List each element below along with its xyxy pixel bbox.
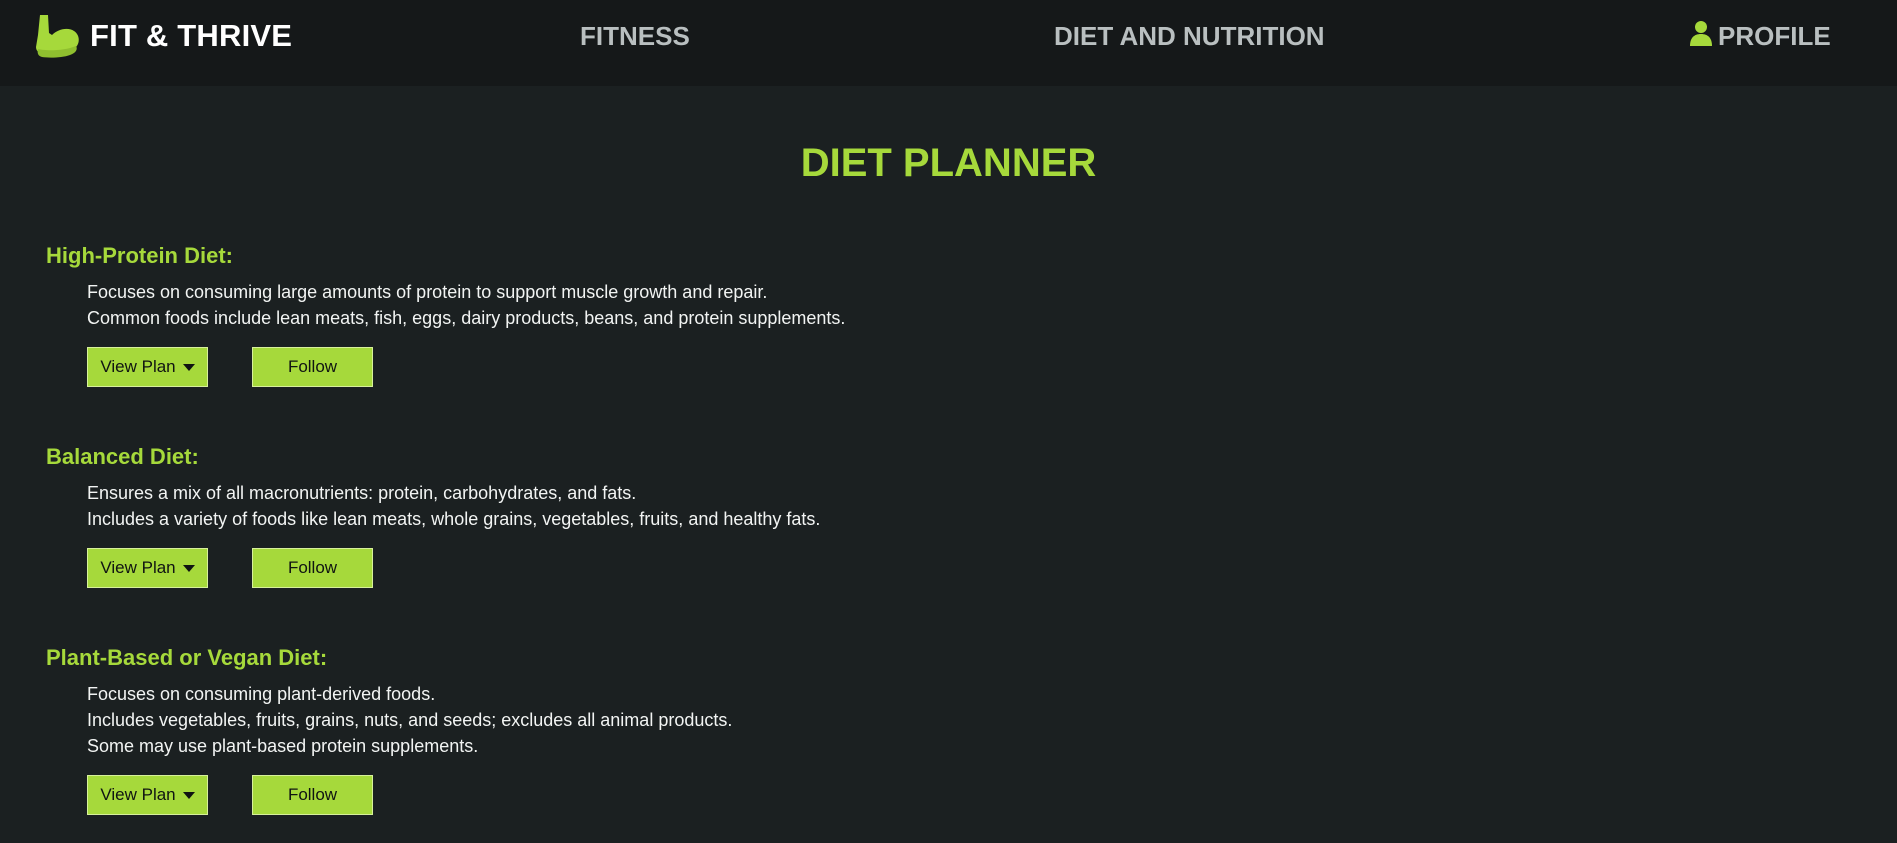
diet-description: Focuses on consuming large amounts of pr…	[87, 279, 1046, 331]
diet-description-line: Focuses on consuming large amounts of pr…	[87, 282, 768, 302]
diet-card-plant-based: Plant-Based or Vegan Diet: Focuses on co…	[46, 643, 1046, 815]
user-icon	[1690, 20, 1718, 53]
nav-fitness[interactable]: FITNESS	[580, 0, 690, 72]
diet-description-line: Focuses on consuming plant-derived foods…	[87, 684, 436, 704]
diet-description-line: Includes a variety of foods like lean me…	[87, 509, 821, 529]
diet-description-line: Some may use plant-based protein supplem…	[87, 736, 479, 756]
diet-actions: View Plan Follow	[87, 548, 1046, 588]
diet-title: Plant-Based or Vegan Diet:	[46, 645, 328, 670]
caret-down-icon	[182, 791, 195, 799]
nav-profile-label: PROFILE	[1718, 20, 1831, 51]
caret-down-icon	[182, 363, 195, 371]
diet-title: High-Protein Diet:	[46, 243, 233, 268]
diet-card-balanced: Balanced Diet: Ensures a mix of all macr…	[46, 442, 1046, 588]
brand-link[interactable]: FIT & THRIVE	[36, 0, 292, 72]
diet-card-high-protein: High-Protein Diet: Focuses on consuming …	[46, 241, 1046, 387]
follow-button[interactable]: Follow	[252, 775, 373, 815]
diet-actions: View Plan Follow	[87, 775, 1046, 815]
flexed-arm-icon	[36, 13, 80, 59]
diet-description: Ensures a mix of all macronutrients: pro…	[87, 480, 1046, 532]
view-plan-button[interactable]: View Plan	[87, 775, 208, 815]
view-plan-label: View Plan	[100, 558, 176, 577]
view-plan-label: View Plan	[100, 357, 176, 376]
diet-title: Balanced Diet:	[46, 444, 199, 469]
diet-description-line: Ensures a mix of all macronutrients: pro…	[87, 483, 637, 503]
diet-description-line: Common foods include lean meats, fish, e…	[87, 308, 846, 328]
page-title: DIET PLANNER	[800, 141, 1097, 185]
diet-description: Focuses on consuming plant-derived foods…	[87, 681, 1046, 759]
brand-name: FIT & THRIVE	[90, 18, 293, 53]
view-plan-button[interactable]: View Plan	[87, 548, 208, 588]
navbar: FIT & THRIVE FITNESS DIET AND NUTRITION …	[0, 0, 1897, 86]
diet-actions: View Plan Follow	[87, 347, 1046, 387]
nav-profile[interactable]: PROFILE	[1690, 0, 1831, 72]
view-plan-button[interactable]: View Plan	[87, 347, 208, 387]
follow-button[interactable]: Follow	[252, 347, 373, 387]
nav-diet-and-nutrition[interactable]: DIET AND NUTRITION	[1054, 0, 1325, 72]
follow-button[interactable]: Follow	[252, 548, 373, 588]
caret-down-icon	[182, 564, 195, 572]
diet-description-line: Includes vegetables, fruits, grains, nut…	[87, 710, 733, 730]
view-plan-label: View Plan	[100, 785, 176, 804]
